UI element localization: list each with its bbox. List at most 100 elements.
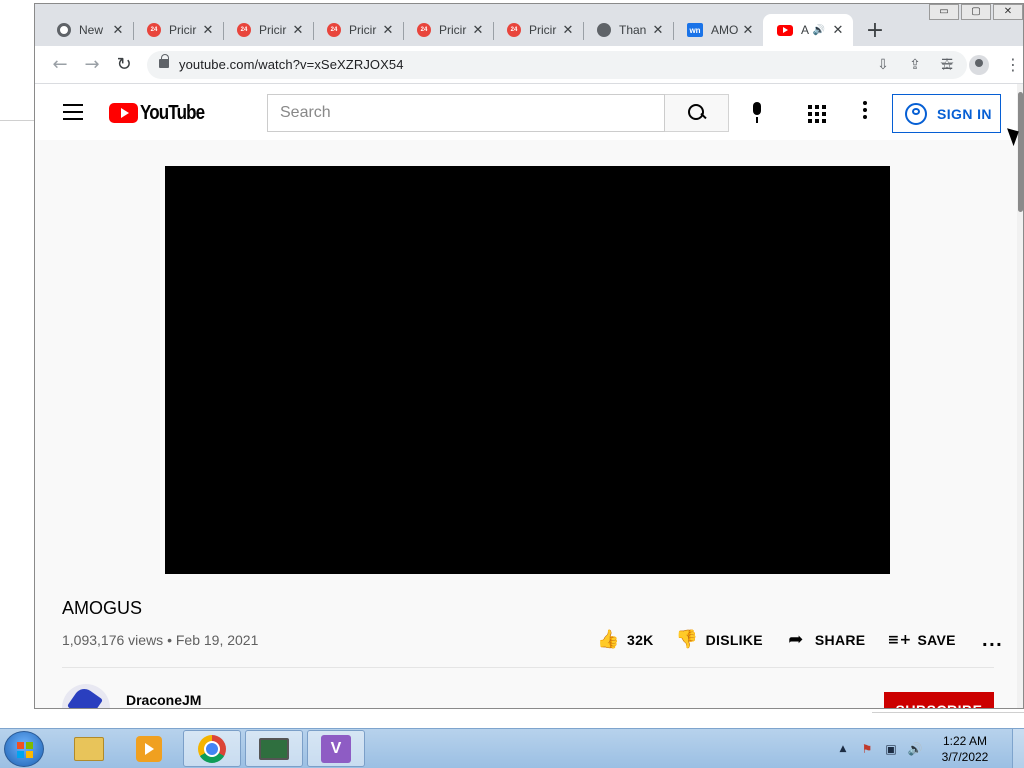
chrome-icon — [57, 23, 71, 37]
show-hidden-icons-icon[interactable]: ▲ — [834, 740, 852, 758]
close-icon[interactable]: ✕ — [471, 23, 485, 38]
new-tab-button[interactable]: + — [861, 16, 889, 44]
install-icon[interactable]: ⇩ — [873, 55, 893, 75]
sign-in-label: SIGN IN — [937, 105, 992, 122]
folder-icon — [74, 736, 104, 761]
windows-logo-icon — [17, 742, 33, 758]
address-bar[interactable]: youtube.com/watch?v=xSeXZRJOX54 ⇩ ⇪ ☆ — [147, 51, 967, 79]
close-icon[interactable]: ✕ — [741, 23, 755, 38]
share-icon[interactable]: ⇪ — [905, 55, 925, 75]
close-icon[interactable]: ✕ — [831, 23, 845, 38]
share-arrow-icon: ➦ — [788, 629, 804, 650]
profile-icon[interactable] — [969, 55, 989, 75]
start-button[interactable] — [4, 731, 44, 767]
channel-avatar[interactable] — [62, 684, 110, 708]
youtube-logo[interactable]: YouTube — [109, 102, 216, 124]
chrome-icon — [198, 734, 226, 763]
save-label: SAVE — [917, 632, 956, 648]
tab-title: Than — [619, 23, 647, 37]
chrome-window: ▭ ▢ ✕ New ✕ 24 Pricir ✕ 24 Pricir ✕ 24 P — [34, 3, 1024, 709]
reload-icon[interactable]: ↻ — [113, 54, 135, 76]
speaker-icon[interactable]: 🔊 — [813, 25, 825, 36]
red-24-icon: 24 — [237, 23, 251, 37]
divider — [62, 667, 994, 668]
tab-amogus-wn[interactable]: wn AMO ✕ — [673, 14, 763, 46]
chrome-menu-icon[interactable]: ⋮ — [1005, 55, 1021, 74]
scrollbar-thumb[interactable] — [1018, 92, 1023, 212]
youtube-page: YouTube SIGN IN AMOGUS 1,093,176 views •… — [35, 84, 1023, 708]
taskbar-media-player[interactable] — [120, 730, 178, 767]
youtube-play-icon — [109, 103, 138, 123]
apps-grid-icon[interactable] — [808, 105, 826, 123]
like-button[interactable]: 👍 32K — [597, 630, 654, 650]
tab-pricing[interactable]: 24 Pricir ✕ — [223, 14, 313, 46]
close-icon[interactable]: ✕ — [561, 23, 575, 38]
share-button[interactable]: ➦ SHARE — [785, 630, 866, 650]
red-24-icon: 24 — [507, 23, 521, 37]
browser-toolbar: ← → ↻ youtube.com/watch?v=xSeXZRJOX54 ⇩ … — [35, 46, 1023, 84]
settings-menu-icon[interactable] — [863, 101, 867, 122]
close-icon[interactable]: ✕ — [291, 23, 305, 38]
reading-list-icon[interactable]: ☰ — [937, 55, 957, 75]
subscribe-button[interactable]: SUBSCRIBE — [884, 692, 994, 708]
search-button[interactable] — [665, 94, 729, 132]
url-text[interactable]: youtube.com/watch?v=xSeXZRJOX54 — [179, 57, 404, 72]
page-scrollbar[interactable] — [1017, 84, 1023, 708]
video-title: AMOGUS — [62, 598, 143, 618]
video-player[interactable] — [165, 166, 890, 574]
dislike-label: DISLIKE — [705, 632, 763, 648]
more-actions-button[interactable]: ... — [982, 631, 1003, 650]
tabs: New ✕ 24 Pricir ✕ 24 Pricir ✕ 24 Pricir … — [43, 14, 889, 46]
tab-new[interactable]: New ✕ — [43, 14, 133, 46]
youtube-icon — [777, 24, 793, 36]
tab-title: AMO — [711, 23, 739, 37]
globe-icon — [597, 23, 611, 37]
close-icon[interactable]: ✕ — [381, 23, 395, 38]
taskbar-explorer[interactable] — [60, 730, 118, 767]
search-input[interactable] — [268, 95, 664, 131]
microphone-icon[interactable] — [747, 102, 767, 124]
volume-icon[interactable]: 🔊 — [906, 740, 924, 758]
taskbar-monitor-app[interactable] — [245, 730, 303, 767]
video-actions: 👍 32K 👎 DISLIKE ➦ SHARE ≡+ SAVE ... — [597, 630, 1003, 650]
tab-thanks[interactable]: Than ✕ — [583, 14, 673, 46]
clock-date: 3/7/2022 — [941, 750, 989, 764]
close-icon[interactable]: ✕ — [201, 23, 215, 38]
search-field[interactable] — [267, 94, 665, 132]
channel-name[interactable]: DraconeJM — [126, 692, 201, 708]
taskbar-chrome[interactable] — [183, 730, 241, 767]
search-icon — [687, 104, 706, 122]
hamburger-menu-icon[interactable] — [63, 104, 83, 120]
clock[interactable]: 1:22 AM 3/7/2022 — [930, 733, 1000, 765]
tab-youtube-active[interactable]: A 🔊 ✕ — [763, 14, 853, 46]
red-24-icon: 24 — [327, 23, 341, 37]
red-24-icon: 24 — [417, 23, 431, 37]
minimize-button[interactable]: ▭ — [929, 4, 959, 20]
forward-arrow-icon[interactable]: → — [81, 54, 103, 76]
tab-pricing[interactable]: 24 Pricir ✕ — [403, 14, 493, 46]
video-meta: 1,093,176 views • Feb 19, 2021 — [62, 632, 259, 648]
tab-title: A — [801, 23, 810, 37]
save-button[interactable]: ≡+ SAVE — [887, 630, 955, 650]
tab-pricing[interactable]: 24 Pricir ✕ — [493, 14, 583, 46]
close-icon[interactable]: ✕ — [651, 23, 665, 38]
tab-pricing[interactable]: 24 Pricir ✕ — [313, 14, 403, 46]
close-window-button[interactable]: ✕ — [993, 4, 1023, 20]
lock-icon[interactable] — [159, 54, 169, 68]
taskbar-visual-studio-installer[interactable]: V — [307, 730, 365, 767]
maximize-button[interactable]: ▢ — [961, 4, 991, 20]
action-center-flag-icon[interactable]: ⚑ — [858, 740, 876, 758]
thumbs-down-icon: 👎 — [675, 629, 699, 650]
close-icon[interactable]: ✕ — [111, 23, 125, 38]
show-desktop-button[interactable] — [1012, 729, 1024, 768]
monitor-icon — [259, 737, 289, 760]
sign-in-button[interactable]: SIGN IN — [892, 94, 1001, 133]
network-icon[interactable]: ▣ — [882, 740, 900, 758]
back-arrow-icon[interactable]: ← — [49, 54, 71, 76]
youtube-header: YouTube SIGN IN — [35, 84, 1023, 140]
clock-time: 1:22 AM — [942, 734, 988, 748]
desktop-edge — [0, 120, 34, 121]
tab-pricing[interactable]: 24 Pricir ✕ — [133, 14, 223, 46]
dislike-button[interactable]: 👎 DISLIKE — [676, 630, 763, 650]
tab-title: Pricir — [529, 23, 557, 37]
